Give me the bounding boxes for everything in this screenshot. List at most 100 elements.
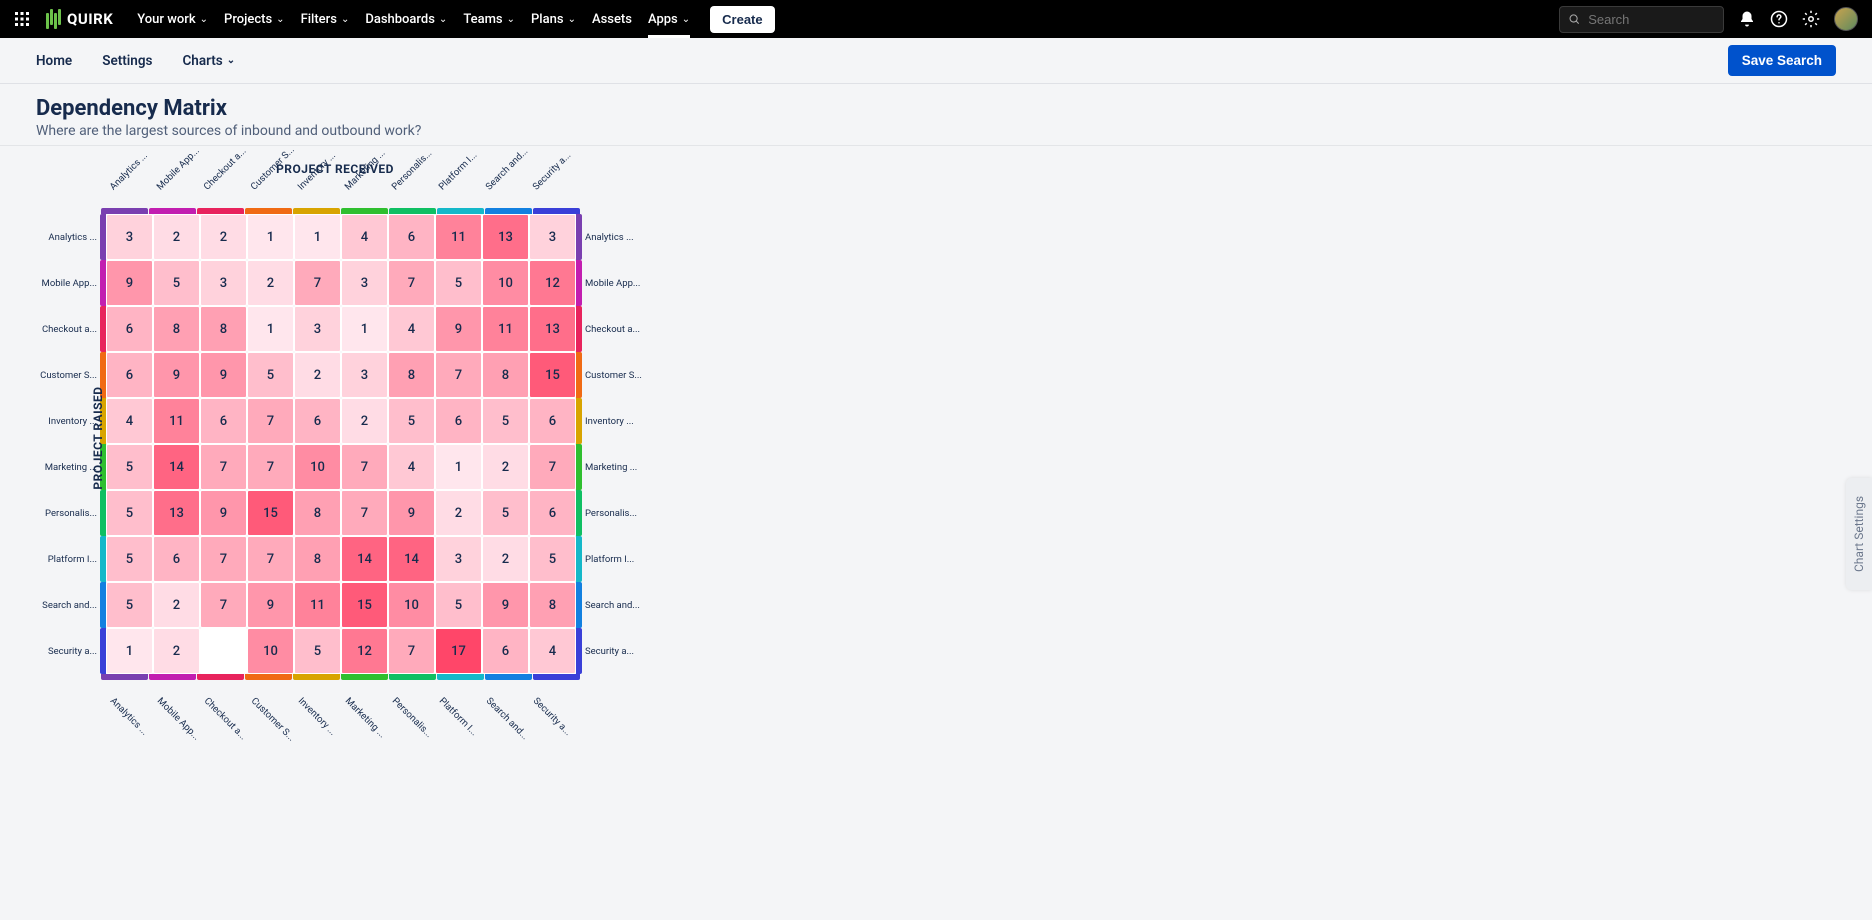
heatmap-cell[interactable]: 9: [106, 260, 153, 306]
heatmap-cell[interactable]: 3: [106, 214, 153, 260]
heatmap-cell[interactable]: 8: [388, 352, 435, 398]
notifications-icon[interactable]: [1738, 10, 1756, 28]
heatmap-cell[interactable]: 1: [294, 214, 341, 260]
nav-item-assets[interactable]: Assets: [592, 12, 632, 27]
nav-item-dashboards[interactable]: Dashboards⌄: [365, 12, 447, 27]
secnav-charts[interactable]: Charts ⌄: [182, 53, 235, 69]
heatmap-cell[interactable]: 10: [247, 628, 294, 674]
heatmap-cell[interactable]: 9: [482, 582, 529, 628]
heatmap-cell[interactable]: 15: [247, 490, 294, 536]
heatmap-cell[interactable]: 4: [388, 444, 435, 490]
heatmap-cell[interactable]: 11: [294, 582, 341, 628]
heatmap-cell[interactable]: 15: [529, 352, 576, 398]
heatmap-cell[interactable]: 3: [200, 260, 247, 306]
heatmap-cell[interactable]: 2: [341, 398, 388, 444]
heatmap-cell[interactable]: 8: [294, 536, 341, 582]
heatmap-cell[interactable]: 7: [200, 582, 247, 628]
heatmap-cell[interactable]: 7: [200, 536, 247, 582]
heatmap-cell[interactable]: 7: [388, 628, 435, 674]
heatmap-cell[interactable]: 1: [341, 306, 388, 352]
heatmap-cell[interactable]: 7: [294, 260, 341, 306]
heatmap-cell[interactable]: 5: [482, 398, 529, 444]
gear-icon[interactable]: [1802, 10, 1820, 28]
heatmap-cell[interactable]: 6: [529, 398, 576, 444]
heatmap-cell[interactable]: 3: [341, 352, 388, 398]
secnav-home[interactable]: Home: [36, 53, 72, 69]
nav-item-apps[interactable]: Apps⌄: [648, 0, 690, 38]
heatmap-cell[interactable]: 7: [341, 444, 388, 490]
heatmap-cell[interactable]: 9: [247, 582, 294, 628]
heatmap-cell[interactable]: 8: [200, 306, 247, 352]
heatmap-cell[interactable]: 8: [529, 582, 576, 628]
heatmap-cell[interactable]: 5: [106, 444, 153, 490]
heatmap-cell[interactable]: 6: [106, 352, 153, 398]
heatmap-cell[interactable]: 5: [106, 490, 153, 536]
heatmap-cell[interactable]: 3: [529, 214, 576, 260]
heatmap-cell[interactable]: 4: [106, 398, 153, 444]
heatmap-cell[interactable]: 7: [247, 398, 294, 444]
heatmap-cell[interactable]: 7: [200, 444, 247, 490]
heatmap-cell[interactable]: 10: [482, 260, 529, 306]
heatmap-cell[interactable]: 3: [341, 260, 388, 306]
heatmap-cell[interactable]: 5: [435, 260, 482, 306]
heatmap-cell[interactable]: 5: [106, 582, 153, 628]
chart-settings-tab[interactable]: Chart Settings: [1846, 478, 1872, 590]
heatmap-cell[interactable]: 1: [247, 214, 294, 260]
heatmap-cell[interactable]: 4: [529, 628, 576, 674]
heatmap-cell[interactable]: 6: [106, 306, 153, 352]
heatmap-cell[interactable]: 11: [482, 306, 529, 352]
heatmap-cell[interactable]: 9: [388, 490, 435, 536]
heatmap-cell[interactable]: 2: [482, 536, 529, 582]
heatmap-cell[interactable]: 14: [388, 536, 435, 582]
help-icon[interactable]: [1770, 10, 1788, 28]
heatmap-cell[interactable]: 2: [482, 444, 529, 490]
heatmap-cell[interactable]: 1: [247, 306, 294, 352]
heatmap-cell[interactable]: 8: [153, 306, 200, 352]
heatmap-cell[interactable]: 13: [153, 490, 200, 536]
heatmap-cell[interactable]: 6: [529, 490, 576, 536]
heatmap-cell[interactable]: 7: [341, 490, 388, 536]
heatmap-cell[interactable]: 5: [529, 536, 576, 582]
search-input-wrap[interactable]: [1559, 6, 1724, 33]
heatmap-cell[interactable]: 15: [341, 582, 388, 628]
heatmap-cell[interactable]: 7: [435, 352, 482, 398]
heatmap-cell[interactable]: 3: [435, 536, 482, 582]
heatmap-cell[interactable]: 2: [294, 352, 341, 398]
heatmap-cell[interactable]: 2: [200, 214, 247, 260]
avatar[interactable]: [1834, 7, 1858, 31]
heatmap-cell[interactable]: 1: [106, 628, 153, 674]
heatmap-cell[interactable]: 10: [294, 444, 341, 490]
nav-item-filters[interactable]: Filters⌄: [301, 12, 350, 27]
heatmap-cell[interactable]: 3: [294, 306, 341, 352]
heatmap-cell[interactable]: 6: [482, 628, 529, 674]
nav-item-plans[interactable]: Plans⌄: [531, 12, 576, 27]
heatmap-cell[interactable]: 7: [247, 444, 294, 490]
heatmap-cell[interactable]: 4: [341, 214, 388, 260]
heatmap-cell[interactable]: 5: [247, 352, 294, 398]
heatmap-cell[interactable]: 8: [294, 490, 341, 536]
heatmap-cell[interactable]: 13: [529, 306, 576, 352]
heatmap-cell[interactable]: 8: [482, 352, 529, 398]
nav-item-teams[interactable]: Teams⌄: [463, 12, 515, 27]
heatmap-cell[interactable]: 1: [435, 444, 482, 490]
heatmap-cell[interactable]: 7: [388, 260, 435, 306]
heatmap-cell[interactable]: 6: [153, 536, 200, 582]
heatmap-cell[interactable]: 9: [200, 490, 247, 536]
heatmap-cell[interactable]: 2: [153, 214, 200, 260]
heatmap-cell[interactable]: 7: [247, 536, 294, 582]
heatmap-cell[interactable]: 2: [153, 582, 200, 628]
heatmap-cell[interactable]: 5: [153, 260, 200, 306]
heatmap-cell[interactable]: 2: [435, 490, 482, 536]
heatmap-cell[interactable]: 12: [529, 260, 576, 306]
heatmap-cell[interactable]: 6: [435, 398, 482, 444]
nav-item-your-work[interactable]: Your work⌄: [137, 12, 208, 27]
heatmap-cell[interactable]: 7: [529, 444, 576, 490]
heatmap-cell[interactable]: 11: [153, 398, 200, 444]
search-input[interactable]: [1586, 11, 1715, 28]
heatmap-cell[interactable]: 2: [247, 260, 294, 306]
save-search-button[interactable]: Save Search: [1728, 45, 1836, 76]
nav-item-projects[interactable]: Projects⌄: [224, 12, 285, 27]
heatmap-cell[interactable]: 11: [435, 214, 482, 260]
heatmap-cell[interactable]: 6: [294, 398, 341, 444]
heatmap-cell[interactable]: 10: [388, 582, 435, 628]
